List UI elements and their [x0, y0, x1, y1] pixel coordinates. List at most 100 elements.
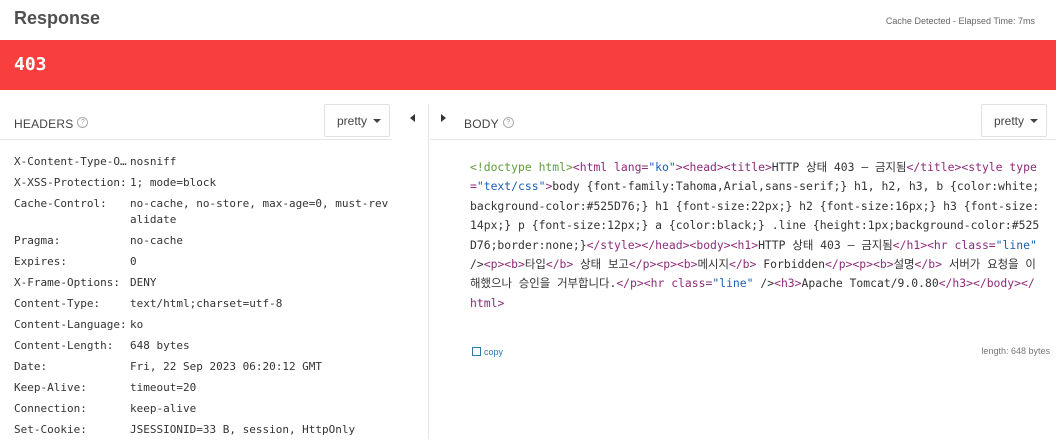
code-tag: >	[690, 257, 698, 272]
body-code[interactable]: <!doctype html><html lang="ko"><head><ti…	[470, 158, 1040, 313]
headers-pane: HEADERS? pretty X-Content-Type-Options:n…	[0, 104, 400, 439]
page-title: Response	[14, 8, 101, 28]
code-tag: <p	[656, 257, 671, 272]
header-value: no-cache	[130, 234, 183, 247]
code-tag: <p	[483, 257, 498, 272]
code-attr: lang=	[607, 160, 649, 174]
body-length-note: length: 648 bytes	[981, 346, 1050, 356]
code-tag: </p	[824, 257, 846, 272]
header-key: Connection:	[14, 402, 87, 415]
help-circle-icon[interactable]: ?	[77, 117, 89, 128]
header-row: Content-Length: 648 bytes	[14, 338, 394, 354]
code-tag: </b	[728, 257, 750, 272]
header-key: X-XSS-Protection:	[14, 176, 127, 189]
header-key: Cache-Control:	[14, 197, 107, 210]
headers-label-text: HEADERS	[14, 117, 74, 131]
code-string: "line"	[995, 237, 1037, 252]
header-row: X-XSS-Protection: 1; mode=block	[14, 175, 394, 191]
header-value: 648 bytes	[130, 339, 190, 352]
header-row: Connection: keep-alive	[14, 401, 394, 417]
header-key: X-Frame-Options:	[14, 276, 120, 289]
response-header-bar: Response Cache Detected - Elapsed Time: …	[0, 0, 1056, 40]
code-tag: </h1	[892, 237, 921, 252]
header-row: Set-Cookie: JSESSIONID=33 B, session, Htt…	[14, 422, 394, 438]
code-text: HTTP 상태 403 – 금지됨	[758, 237, 893, 252]
code-tag: <h3	[774, 276, 795, 291]
code-tag: >	[935, 257, 942, 272]
code-tag: </h3	[938, 276, 967, 291]
code-tag: </style	[586, 237, 635, 252]
pane-divider[interactable]	[428, 104, 429, 439]
code-tag: >	[886, 257, 894, 272]
header-value: ko	[130, 318, 144, 331]
status-bar: 403	[0, 40, 1056, 90]
header-value: DENY	[130, 276, 157, 289]
code-tag: >	[497, 295, 505, 310]
caret-down-icon	[373, 119, 382, 123]
code-tag: <h1	[730, 237, 752, 252]
code-tag: >	[518, 257, 525, 272]
headers-list: X-Content-Type-Options:nosniffX-XSS-Prot…	[14, 154, 394, 443]
header-row: Pragma: no-cache	[14, 233, 394, 249]
header-value: 1; mode=block	[130, 176, 217, 189]
header-row: Expires: 0	[14, 254, 394, 270]
code-tag: <b	[676, 257, 691, 272]
header-key: X-Content-Type-Options:	[14, 155, 130, 168]
headers-pretty-dropdown[interactable]: pretty	[324, 104, 390, 137]
code-doctype: <!doctype html>	[470, 160, 573, 174]
body-pane-header: BODY? pretty	[430, 104, 1056, 140]
code-string: "text/css"	[476, 179, 546, 194]
code-tag: <head	[682, 160, 717, 174]
body-pretty-dropdown[interactable]: pretty	[981, 104, 1047, 137]
code-tag: <body	[689, 237, 724, 252]
copy-button[interactable]: copy	[472, 347, 503, 357]
header-value: JSESSIONID=33 B, session, HttpOnly	[130, 423, 356, 436]
headers-label: HEADERS?	[14, 117, 89, 131]
caret-down-icon	[1030, 119, 1039, 123]
code-tag: >	[670, 257, 677, 272]
help-circle-icon[interactable]: ?	[502, 117, 514, 128]
code-text: HTTP 상태 403 – 금지됨	[771, 160, 907, 174]
code-text: />	[753, 276, 775, 291]
header-value: Fri, 22 Sep 2023 06:20:12 GMT	[130, 360, 323, 373]
code-text: Forbidden	[756, 257, 825, 272]
code-tag: </title	[906, 160, 955, 174]
code-tag: <html	[572, 160, 608, 174]
code-attr: class=	[664, 276, 713, 291]
code-text: 설명	[893, 257, 915, 272]
headers-pretty-label: pretty	[337, 114, 368, 128]
code-tag: </b	[545, 257, 567, 272]
code-tag: </body	[972, 276, 1015, 291]
code-tag: <style	[961, 160, 1003, 174]
header-key: Expires:	[14, 255, 67, 268]
body-pretty-label: pretty	[994, 114, 1025, 128]
header-value: keep-alive	[130, 402, 197, 415]
body-label-text: BODY	[464, 117, 499, 131]
headers-pane-header: HEADERS? pretty	[0, 104, 392, 140]
header-value: nosniff	[130, 155, 177, 168]
code-tag: >	[866, 257, 873, 272]
header-key: Set-Cookie:	[14, 423, 87, 436]
header-key: Content-Length:	[14, 339, 114, 352]
code-text: 메시지	[697, 257, 729, 272]
code-tag: <p	[852, 257, 867, 272]
copy-label: copy	[484, 347, 504, 357]
code-tag: </head	[641, 237, 683, 252]
code-text: 타입	[524, 257, 546, 272]
header-key: Pragma:	[14, 234, 61, 247]
code-string: "ko"	[648, 160, 676, 174]
arrow-left-icon[interactable]	[410, 114, 415, 122]
code-text: 상태 보고	[573, 257, 629, 272]
code-tag: >	[764, 160, 772, 174]
header-row: Date: Fri, 22 Sep 2023 06:20:12 GMT	[14, 359, 394, 375]
body-label: BODY?	[464, 117, 514, 131]
body-pane: BODY? pretty <!doctype html><html lang="…	[430, 104, 1056, 439]
header-row: Keep-Alive: timeout=20	[14, 380, 394, 396]
code-tag: </b	[914, 257, 936, 272]
header-key: Date:	[14, 360, 48, 373]
code-tag: <title	[723, 160, 765, 174]
code-attr: class=	[947, 237, 996, 252]
code-text: Apache Tomcat/9.0.80	[801, 276, 939, 291]
header-key: Keep-Alive:	[14, 381, 87, 394]
header-value: no-cache, no-store, max-age=0, must-reva…	[130, 197, 389, 226]
